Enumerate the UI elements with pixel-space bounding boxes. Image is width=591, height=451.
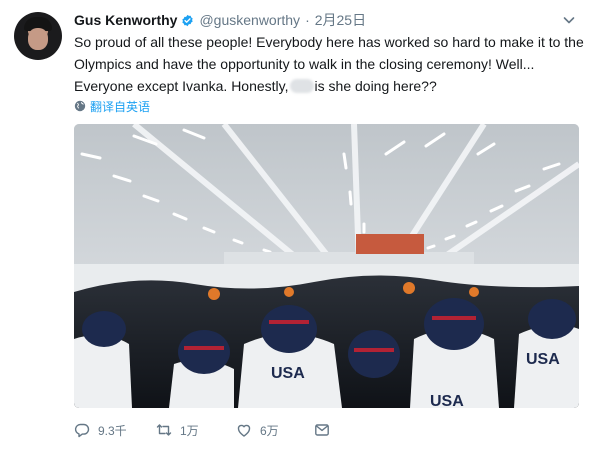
- retweet-count: 1万: [180, 423, 199, 438]
- globe-icon: [74, 100, 86, 112]
- photo-image: USA USA USA: [74, 124, 579, 408]
- tweet-actions: 9.3千 1万 6万: [74, 420, 579, 440]
- avatar[interactable]: [14, 12, 62, 60]
- verified-badge-icon: [182, 14, 194, 26]
- author-name[interactable]: Gus Kenworthy: [74, 12, 177, 28]
- tweet-photo[interactable]: USA USA USA: [74, 124, 579, 408]
- translate-link[interactable]: 翻译自英语: [74, 98, 150, 114]
- header-separator: ·: [305, 12, 310, 28]
- chevron-down-icon[interactable]: [563, 14, 575, 26]
- usa-sign: USA: [526, 351, 560, 368]
- reply-count: 9.3千: [98, 423, 127, 438]
- tweet-text-part-2: is she doing here??: [314, 78, 437, 94]
- retweet-button[interactable]: 1万: [156, 420, 199, 440]
- tweet-text: So proud of all these people! Everybody …: [74, 31, 584, 97]
- usa-sign: USA: [271, 365, 305, 382]
- redacted-word: [289, 79, 314, 93]
- reply-icon: [74, 423, 90, 438]
- like-icon: [237, 424, 251, 437]
- like-button[interactable]: 6万: [236, 420, 279, 440]
- usa-sign: USA: [430, 393, 464, 408]
- direct-message-icon: [315, 424, 329, 436]
- direct-message-button[interactable]: [314, 420, 338, 440]
- author-handle[interactable]: @guskenworthy: [199, 12, 300, 28]
- reply-button[interactable]: 9.3千: [74, 420, 127, 440]
- avatar-face: [28, 28, 48, 50]
- tweet-card[interactable]: Gus Kenworthy @guskenworthy · 2月25日 So p…: [0, 0, 591, 451]
- like-count: 6万: [260, 423, 279, 438]
- tweet-header: Gus Kenworthy @guskenworthy · 2月25日: [74, 11, 366, 29]
- tweet-date[interactable]: 2月25日: [315, 10, 366, 30]
- translate-label[interactable]: 翻译自英语: [90, 98, 150, 115]
- retweet-icon: [156, 424, 172, 436]
